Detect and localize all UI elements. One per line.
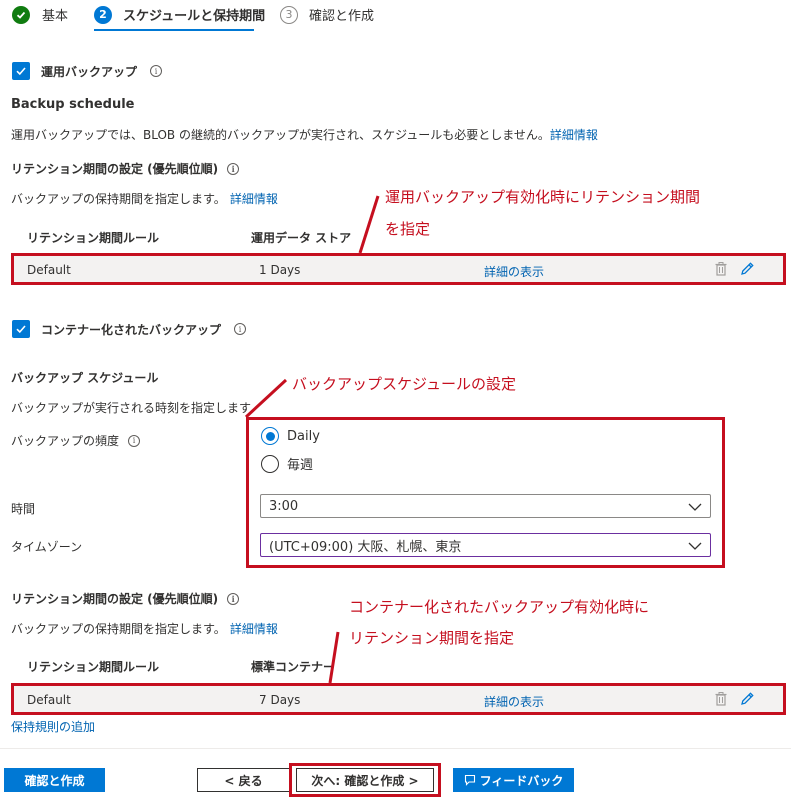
radio-unselected-icon	[261, 454, 279, 473]
step-number-3: 3	[280, 5, 298, 24]
frequency-label: バックアップの頻度 i	[11, 432, 141, 449]
back-button[interactable]: < 戻る	[197, 768, 290, 792]
learn-more-link[interactable]: 詳細情報	[550, 128, 598, 142]
time-select[interactable]: 3:00	[260, 494, 711, 518]
footer-divider	[0, 748, 791, 749]
trash-icon[interactable]	[714, 691, 728, 710]
chevron-down-icon	[688, 501, 702, 516]
feedback-icon	[464, 774, 476, 786]
backup-schedule-title: Backup schedule	[11, 97, 135, 112]
next-review-create-button[interactable]: 次へ: 確認と作成 >	[296, 768, 434, 792]
step-basic[interactable]: 基本	[12, 5, 68, 24]
info-icon[interactable]: i	[150, 65, 163, 77]
annotation-1-line1: 運用バックアップ有効化時にリテンション期間	[385, 188, 701, 206]
retention-learn-more-link[interactable]: 詳細情報	[230, 192, 278, 206]
retention-learn-more-link[interactable]: 詳細情報	[230, 622, 278, 636]
operational-retention-title: リテンション期間の設定 (優先順位順) i	[11, 160, 240, 177]
operational-backup-label: 運用バックアップ	[41, 64, 138, 79]
info-icon[interactable]: i	[227, 592, 240, 605]
step-review-label: 確認と作成	[309, 9, 375, 24]
container-retention-title: リテンション期間の設定 (優先順位順) i	[11, 590, 240, 607]
checkbox-checked-icon	[12, 62, 30, 80]
annotation-1-leader	[358, 195, 380, 254]
container-backup-label: コンテナー化されたバックアップ	[41, 322, 222, 337]
timezone-label: タイムゾーン	[11, 540, 83, 554]
row-duration: 7 Days	[259, 693, 301, 707]
radio-selected-icon	[261, 427, 279, 445]
operational-description: 運用バックアップでは、BLOB の継続的バックアップが実行され、スケジュールも必…	[11, 128, 598, 142]
row-rule-name: Default	[27, 693, 71, 707]
step-basic-label: 基本	[42, 9, 69, 24]
frequency-option-weekly[interactable]: 毎週	[261, 454, 313, 473]
timezone-select[interactable]: (UTC+09:00) 大阪、札幌、東京	[260, 533, 711, 557]
info-icon[interactable]: i	[128, 434, 141, 447]
active-step-underline	[94, 29, 254, 31]
step-schedule-label: スケジュールと保持期間	[123, 9, 266, 24]
add-retention-rule-link[interactable]: 保持規則の追加	[11, 718, 95, 735]
table-header-container: 標準コンテナー	[251, 660, 336, 674]
frequency-option-daily[interactable]: Daily	[261, 427, 320, 445]
annotation-2: バックアップスケジュールの設定	[292, 375, 516, 393]
container-backup-checkbox[interactable]: コンテナー化されたバックアップ i	[12, 320, 247, 338]
row-rule-name: Default	[27, 263, 71, 277]
table-header-rule: リテンション期間ルール	[27, 231, 160, 245]
pencil-icon[interactable]	[739, 261, 755, 280]
container-retention-desc: バックアップの保持期間を指定します。 詳細情報	[11, 622, 278, 636]
annotation-3-line2: リテンション期間を指定	[349, 629, 515, 647]
annotation-1-line2: を指定	[385, 220, 431, 238]
row-duration: 1 Days	[259, 263, 301, 277]
checkbox-checked-icon	[12, 320, 30, 338]
operational-backup-checkbox[interactable]: 運用バックアップ i	[12, 62, 163, 80]
trash-icon[interactable]	[714, 261, 728, 280]
step-schedule[interactable]: 2 スケジュールと保持期間	[94, 5, 265, 24]
annotation-2-leader	[244, 378, 288, 419]
review-create-button[interactable]: 確認と作成	[4, 768, 105, 792]
pencil-icon[interactable]	[739, 691, 755, 710]
check-icon	[12, 5, 30, 24]
annotation-3-line1: コンテナー化されたバックアップ有効化時に	[349, 598, 650, 616]
table-header-rule: リテンション期間ルール	[27, 660, 160, 674]
chevron-down-icon	[688, 540, 702, 555]
backup-schedule-title-ja: バックアップ スケジュール	[11, 371, 159, 385]
view-details-link[interactable]: 詳細の表示	[484, 693, 544, 710]
step-review[interactable]: 3 確認と作成	[280, 5, 374, 24]
operational-retention-desc: バックアップの保持期間を指定します。 詳細情報	[11, 192, 278, 206]
feedback-button[interactable]: フィードバック	[453, 768, 574, 792]
table-row[interactable]: Default 7 Days 詳細の表示	[11, 683, 786, 715]
schedule-description: バックアップが実行される時刻を指定します	[11, 401, 252, 415]
info-icon[interactable]: i	[234, 323, 247, 335]
table-header-store: 運用データ ストア	[251, 231, 352, 245]
table-row[interactable]: Default 1 Days 詳細の表示	[11, 253, 786, 285]
view-details-link[interactable]: 詳細の表示	[484, 263, 544, 280]
info-icon[interactable]: i	[227, 162, 240, 175]
step-number-2: 2	[94, 5, 112, 24]
time-label: 時間	[11, 502, 36, 516]
